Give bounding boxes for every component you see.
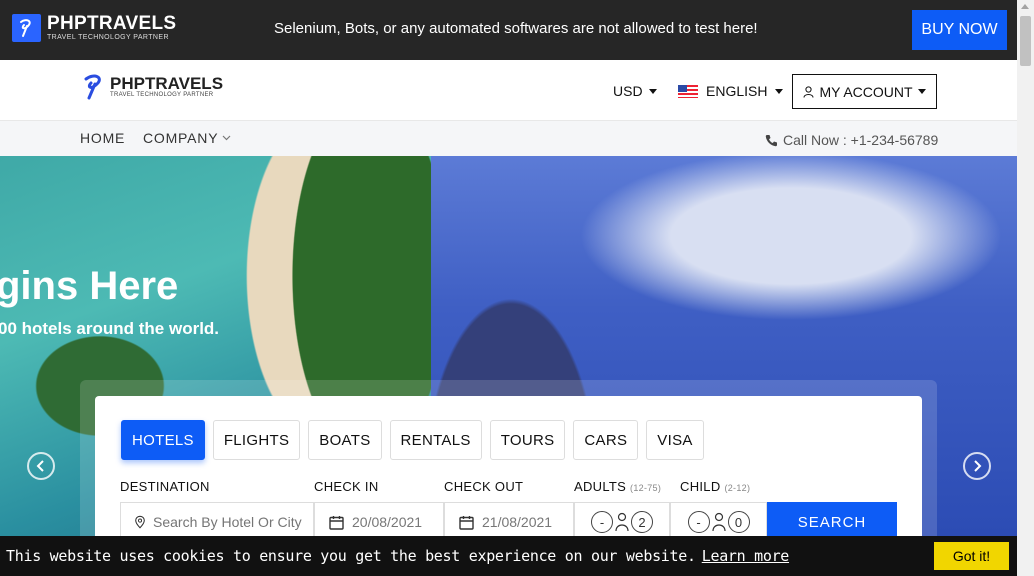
tab-boats[interactable]: BOATS xyxy=(308,420,382,460)
language-label: ENGLISH xyxy=(706,83,768,99)
location-pin-icon xyxy=(135,515,145,529)
hero-headline: gins Here xyxy=(0,264,179,308)
hero-subline: 00 hotels around the world. xyxy=(0,319,220,338)
bot-warning-notice: Selenium, Bots, or any automated softwar… xyxy=(274,20,758,37)
person-icon xyxy=(711,512,726,532)
adults-label: ADULTS (12-75) xyxy=(574,479,661,494)
adults-decrease-button[interactable]: - xyxy=(591,511,613,533)
language-dropdown[interactable]: ENGLISH xyxy=(678,83,784,99)
adults-label-text: ADULTS xyxy=(574,479,627,494)
main-header: PHPTRAVELS TRAVEL TECHNOLOGY PARTNER USD… xyxy=(0,60,1017,121)
adults-increase-button[interactable]: 2 xyxy=(631,511,653,533)
caret-down-icon xyxy=(917,89,926,94)
caret-down-icon xyxy=(775,88,784,94)
chevron-right-icon xyxy=(974,460,982,472)
cookie-banner: This website uses cookies to ensure you … xyxy=(0,536,1017,576)
buy-now-button[interactable]: BUY NOW xyxy=(912,10,1007,50)
us-flag-icon xyxy=(678,84,698,98)
calendar-icon xyxy=(329,515,344,530)
top-bar: PHPTRAVELS TRAVEL TECHNOLOGY PARTNER Sel… xyxy=(0,0,1017,60)
checkout-value: 21/08/2021 xyxy=(482,514,553,530)
checkin-value: 20/08/2021 xyxy=(352,514,423,530)
child-label-text: CHILD xyxy=(680,479,721,494)
nav-item-home[interactable]: HOME xyxy=(80,130,125,146)
search-tabs: HOTELS FLIGHTS BOATS RENTALS TOURS CARS … xyxy=(121,420,704,460)
child-decrease-button[interactable]: - xyxy=(687,511,710,533)
child-hint: (2-12) xyxy=(724,483,751,493)
header-logo-name: PHPTRAVELS xyxy=(110,74,224,93)
header-logo[interactable]: PHPTRAVELS TRAVEL TECHNOLOGY PARTNER xyxy=(82,73,223,101)
adults-hint: (12-75) xyxy=(630,483,662,493)
page: PHPTRAVELS TRAVEL TECHNOLOGY PARTNER Sel… xyxy=(0,0,1034,576)
topbar-logo[interactable]: PHPTRAVELS TRAVEL TECHNOLOGY PARTNER xyxy=(12,14,176,42)
tab-rentals[interactable]: RENTALS xyxy=(389,420,482,460)
logo-mark-icon xyxy=(12,14,41,42)
my-account-button[interactable]: MY ACCOUNT xyxy=(792,74,937,109)
page-scrollbar[interactable] xyxy=(1017,0,1034,576)
main-nav: HOME COMPANY Call Now : +1-234-56789 xyxy=(0,121,1017,156)
cookie-accept-button[interactable]: Got it! xyxy=(934,542,1009,570)
tab-flights[interactable]: FLIGHTS xyxy=(212,420,301,460)
call-now-text: Call Now : +1-234-56789 xyxy=(783,132,939,148)
scrollbar-thumb[interactable] xyxy=(1020,16,1031,66)
currency-label: USD xyxy=(613,83,643,99)
nav-item-company-label: COMPANY xyxy=(143,130,219,146)
person-icon xyxy=(615,512,629,532)
carousel-prev-button[interactable] xyxy=(27,452,55,480)
my-account-label: MY ACCOUNT xyxy=(819,83,913,100)
destination-input[interactable] xyxy=(153,514,313,530)
adults-value: 2 xyxy=(638,514,646,530)
checkout-label: CHECK OUT xyxy=(444,479,524,494)
nav-item-company[interactable]: COMPANY xyxy=(143,130,231,146)
currency-dropdown[interactable]: USD xyxy=(613,83,657,99)
tab-hotels[interactable]: HOTELS xyxy=(121,420,205,460)
phone-icon xyxy=(765,134,777,146)
scroll-up-icon[interactable] xyxy=(1021,4,1029,9)
chevron-down-icon xyxy=(222,135,231,141)
logo-mark-icon xyxy=(84,74,101,100)
calendar-icon xyxy=(459,515,474,530)
topbar-logo-tagline: TRAVEL TECHNOLOGY PARTNER xyxy=(47,33,169,41)
child-increase-button[interactable]: 0 xyxy=(727,511,750,533)
checkin-label: CHECK IN xyxy=(314,479,379,494)
tab-visa[interactable]: VISA xyxy=(646,420,704,460)
cookie-message-text: This website uses cookies to ensure you … xyxy=(6,547,696,565)
child-label: CHILD (2-12) xyxy=(680,479,750,494)
header-logo-tagline: TRAVEL TECHNOLOGY PARTNER xyxy=(110,92,214,98)
tab-cars[interactable]: CARS xyxy=(573,420,639,460)
tab-tours[interactable]: TOURS xyxy=(489,420,566,460)
call-now[interactable]: Call Now : +1-234-56789 xyxy=(765,132,938,148)
carousel-next-button[interactable] xyxy=(963,452,991,480)
topbar-logo-name: PHPTRAVELS xyxy=(47,12,177,34)
cookie-message: This website uses cookies to ensure you … xyxy=(6,547,789,565)
chevron-left-icon xyxy=(36,460,44,472)
caret-down-icon xyxy=(648,88,657,94)
user-icon xyxy=(803,85,814,98)
child-value: 0 xyxy=(734,514,743,530)
learn-more-link[interactable]: Learn more xyxy=(702,547,790,565)
destination-label: DESTINATION xyxy=(120,479,210,494)
